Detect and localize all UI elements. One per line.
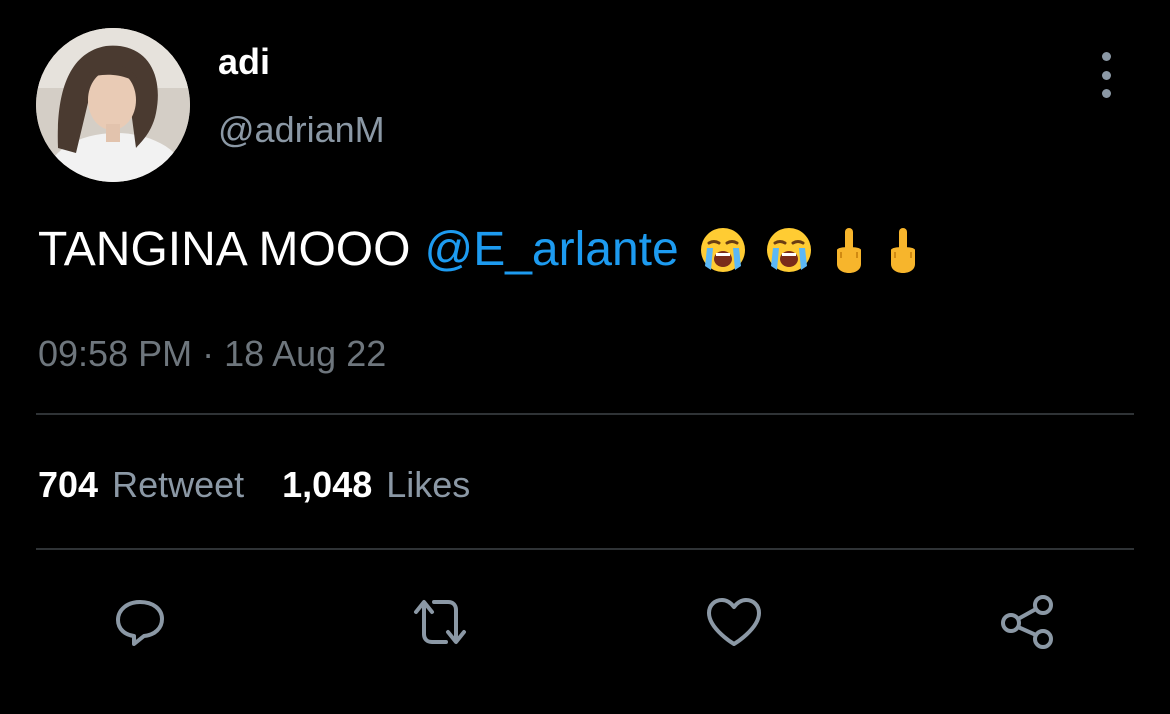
loudly-crying-face-emoji (699, 226, 747, 274)
avatar[interactable] (36, 28, 190, 182)
reply-icon (116, 600, 164, 646)
divider (36, 413, 1134, 415)
likes-stat[interactable]: 1,048 Likes (282, 462, 470, 508)
retweet-stat[interactable]: 704 Retweet (38, 462, 244, 508)
likes-label: Likes (386, 464, 471, 505)
avatar-photo (36, 28, 190, 182)
like-icon (707, 598, 761, 646)
more-icon-dot (1101, 52, 1111, 61)
tweet-timestamp[interactable]: 09:58 PM · 18 Aug 22 (38, 332, 386, 376)
display-name[interactable]: adi (218, 40, 270, 84)
likes-count: 1,048 (282, 464, 373, 505)
tweet-body: TANGINA MOOO @E_arlante (38, 222, 921, 278)
loudly-crying-face-emoji (765, 226, 813, 274)
reply-button[interactable] (110, 592, 170, 652)
divider (36, 548, 1134, 550)
retweet-label: Retweet (112, 464, 245, 505)
more-icon-dot (1101, 89, 1111, 98)
more-icon-dot (1101, 70, 1111, 80)
middle-finger-emoji (831, 226, 867, 274)
retweet-count: 704 (38, 464, 99, 505)
user-handle[interactable]: @adrianM (218, 108, 385, 152)
tweet-stats: 704 Retweet 1,048 Likes (38, 462, 470, 508)
like-button[interactable] (704, 592, 764, 652)
retweet-icon (414, 600, 466, 644)
share-button[interactable] (998, 592, 1058, 652)
share-icon (1001, 595, 1053, 649)
more-options-button[interactable] (1088, 52, 1124, 98)
tweet-detail: adi @adrianM TANGINA MOOO @E_arlante 09:… (0, 0, 1170, 714)
tweet-text: TANGINA MOOO (38, 223, 411, 276)
mention-link[interactable]: @E_arlante (424, 222, 678, 278)
middle-finger-emoji (885, 226, 921, 274)
retweet-button[interactable] (410, 592, 470, 652)
